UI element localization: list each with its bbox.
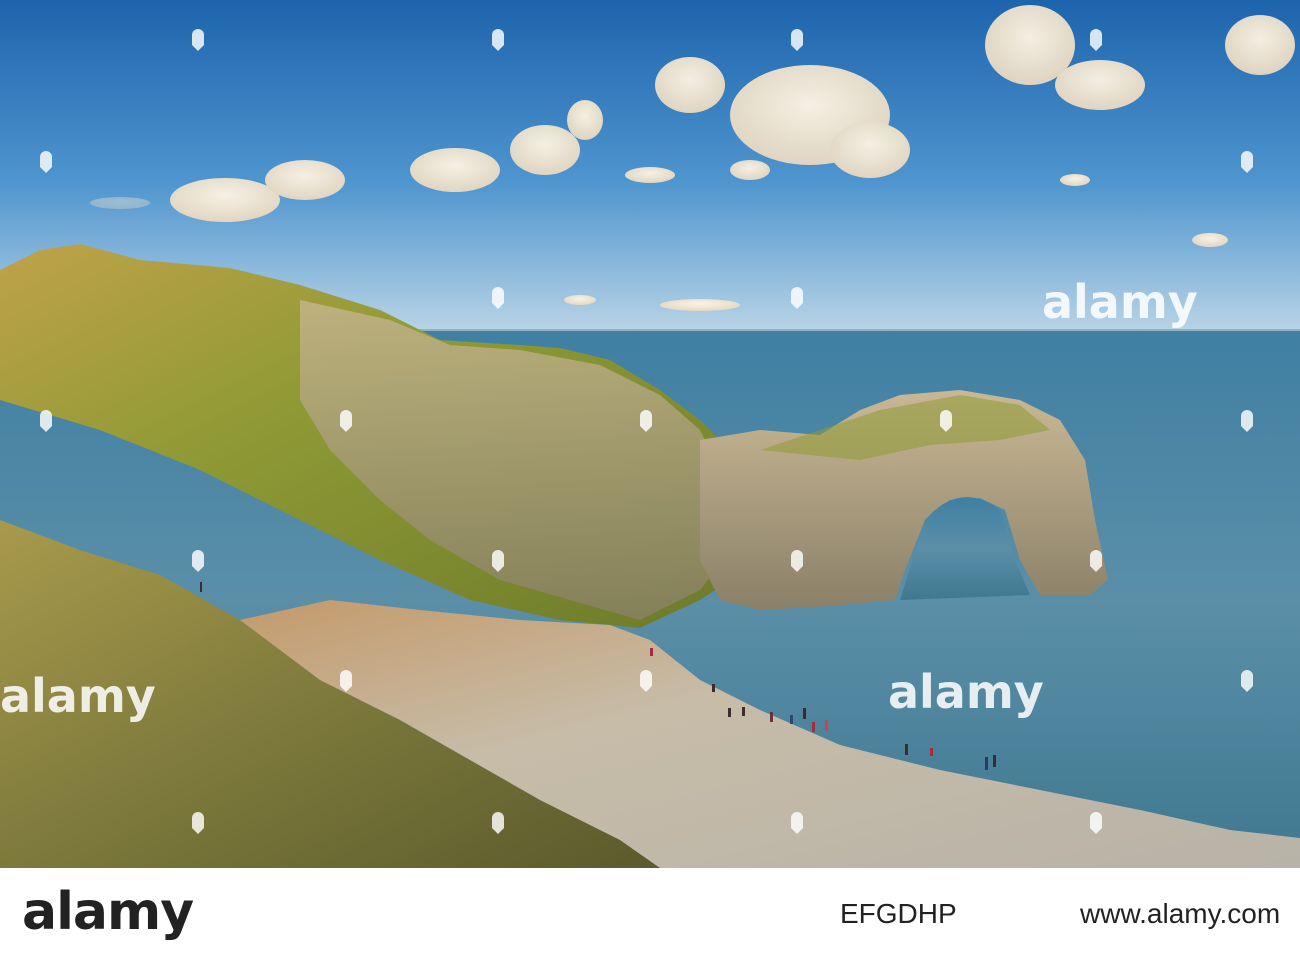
- footer-logo[interactable]: alamy: [22, 882, 194, 942]
- watermark-logo-top-right: alamy: [1042, 275, 1198, 329]
- coastal-arch-photo: alamy alamy alamy: [0, 0, 1300, 868]
- footer-bar: alamy EFGDHP www.alamy.com: [0, 868, 1300, 956]
- image-id: EFGDHP: [840, 898, 957, 929]
- photo: alamy alamy alamy: [0, 0, 1300, 868]
- watermark-logo-center: alamy: [888, 665, 1044, 719]
- site-domain[interactable]: www.alamy.com: [1080, 898, 1280, 930]
- watermark-logo-left: alamy: [0, 669, 156, 723]
